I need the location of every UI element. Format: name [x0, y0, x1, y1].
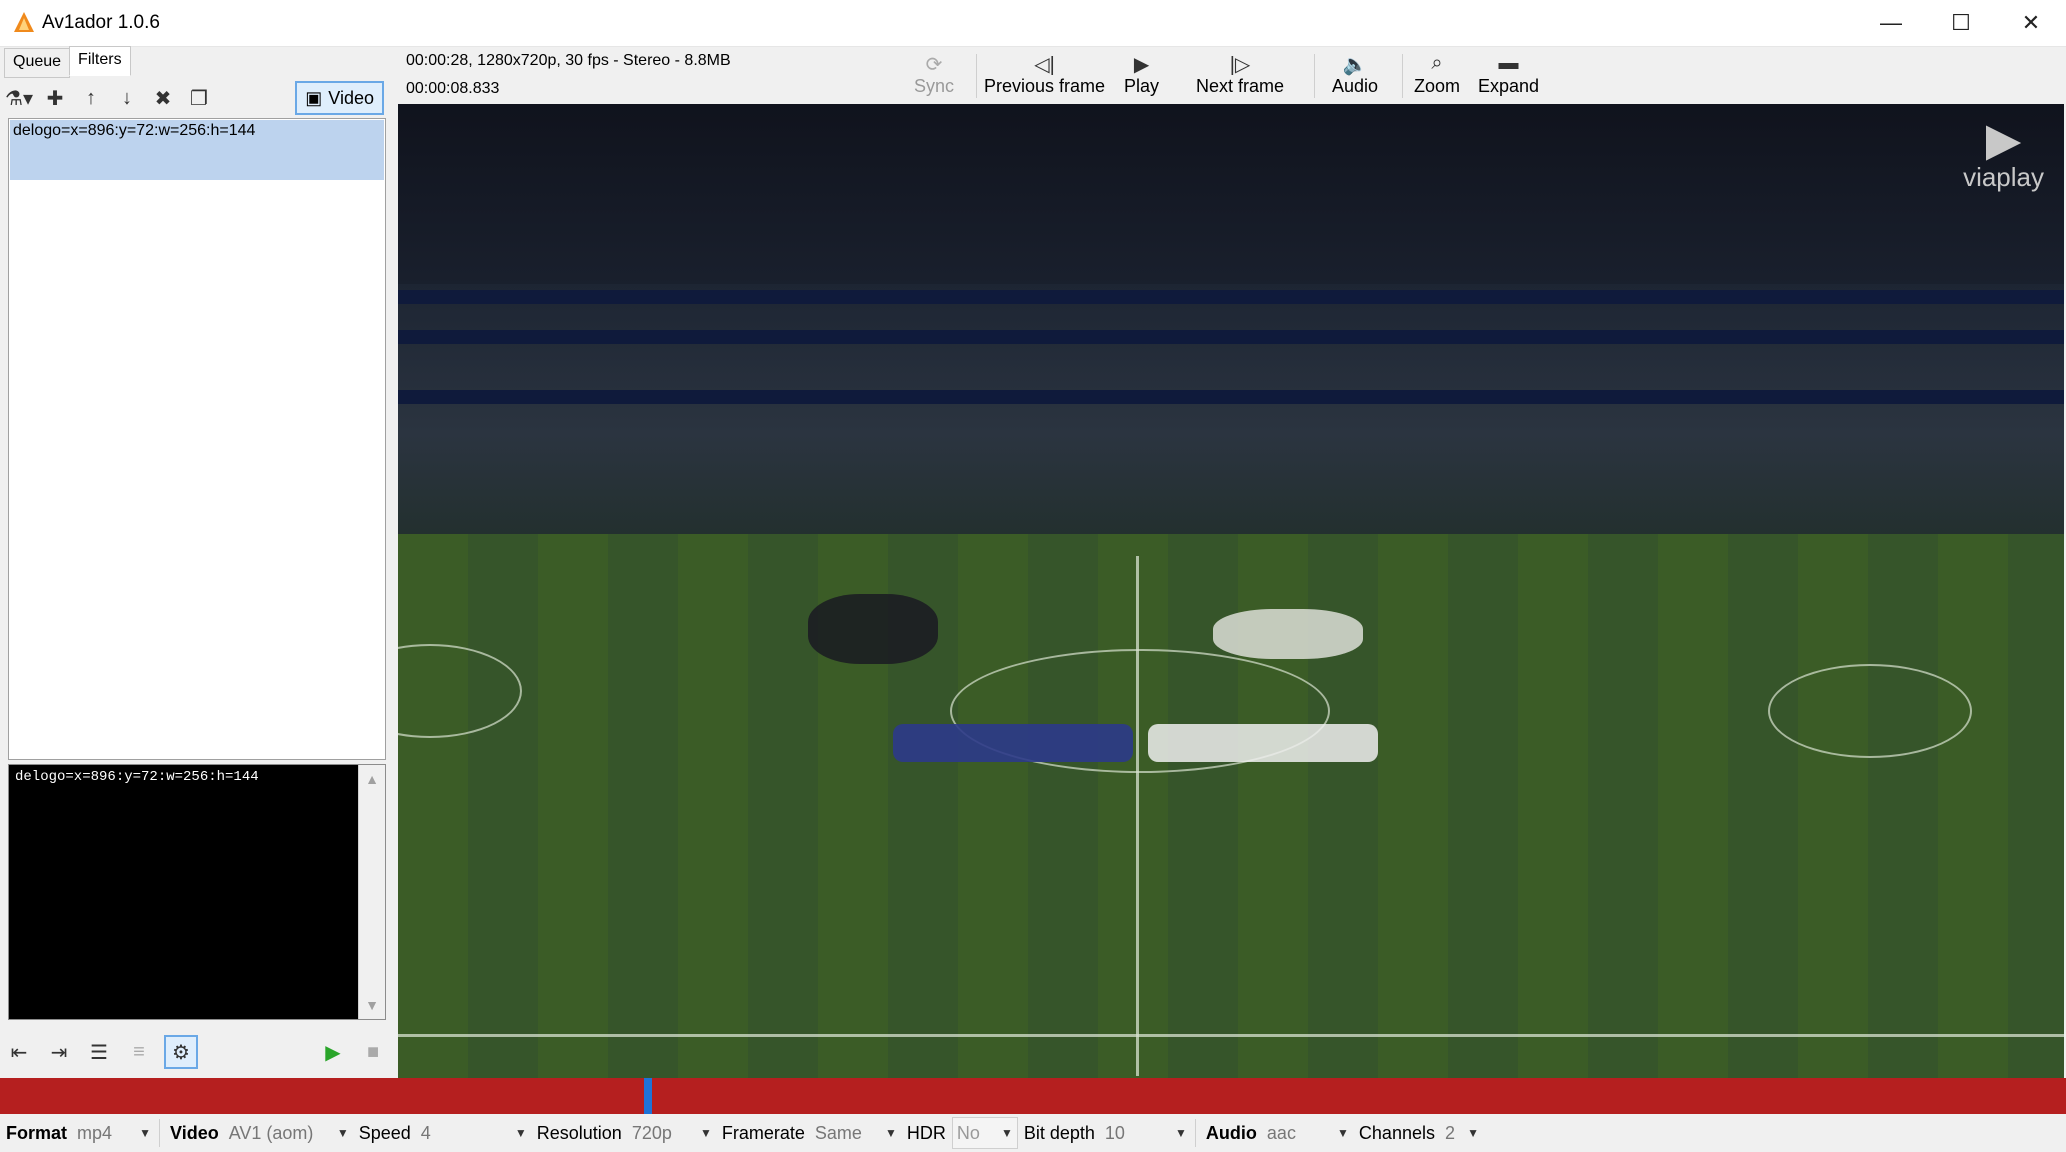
- settings-divider: [1194, 1119, 1196, 1147]
- stand-banner: [398, 390, 2064, 404]
- video-codec-select[interactable]: AV1 (aom) ▼: [225, 1118, 353, 1148]
- filter-help-icon[interactable]: ❐: [184, 83, 214, 113]
- band-group: [808, 594, 938, 664]
- minimize-button[interactable]: —: [1856, 0, 1926, 46]
- framerate-select[interactable]: Same ▼: [811, 1118, 901, 1148]
- chevron-down-icon: ▼: [139, 1126, 152, 1140]
- play-button[interactable]: ▶ Play: [1124, 52, 1159, 97]
- stadium-stands: [398, 284, 2064, 534]
- next-frame-icon: |▷: [1229, 54, 1251, 76]
- toolbar-divider: [976, 54, 977, 98]
- toolbar-divider: [1314, 54, 1315, 98]
- chevron-down-icon: ▼: [1337, 1126, 1349, 1140]
- audio-button[interactable]: 🔈 Audio: [1332, 52, 1378, 97]
- add-filter-icon[interactable]: ✚: [40, 83, 70, 113]
- start-encode-icon[interactable]: ▶: [318, 1037, 348, 1067]
- scroll-up-icon[interactable]: ▲: [359, 771, 385, 787]
- speed-select[interactable]: 4 ▼: [417, 1118, 531, 1148]
- penalty-arc-right: [1768, 664, 1972, 758]
- queue-list-icon[interactable]: ≡: [124, 1037, 154, 1067]
- toolbar-divider: [1402, 54, 1403, 98]
- tab-queue[interactable]: Queue: [4, 48, 71, 78]
- halfway-line: [1136, 556, 1139, 1076]
- list-item[interactable]: delogo=x=896:y=72:w=256:h=144: [10, 120, 384, 180]
- expand-icon: ▬: [1498, 52, 1519, 74]
- team-lineup-left: [893, 724, 1133, 762]
- filter-editor[interactable]: delogo=x=896:y=72:w=256:h=144 ▲ ▼: [8, 764, 386, 1020]
- encode-settings-bar: Format mp4 ▼ Video AV1 (aom) ▼ Speed 4 ▼ Re…: [0, 1114, 2066, 1152]
- filters-toolbar: ⚗▾ ✚ ↑ ↓ ✖ ❐ ▣ Video: [4, 80, 388, 116]
- remove-filter-icon[interactable]: ✖: [148, 83, 178, 113]
- trim-toolbar: ⇤ ⇥ ☰ ≡ ⚙ ▶ ■: [4, 1030, 388, 1074]
- media-info: 00:00:28, 1280x720p, 30 fps - Stereo - 8…: [406, 52, 731, 69]
- editor-scrollbar[interactable]: ▲ ▼: [358, 765, 385, 1019]
- settings-divider: [159, 1119, 161, 1147]
- choir-group: [1213, 609, 1363, 659]
- speed-label: Speed: [358, 1122, 411, 1143]
- timeline-track[interactable]: [0, 1078, 2066, 1114]
- chevron-down-icon: ▼: [699, 1126, 712, 1140]
- hdr-select[interactable]: No ▼: [951, 1117, 1018, 1149]
- app-icon: [14, 12, 34, 32]
- next-frame-button[interactable]: |▷ Next frame: [1196, 52, 1284, 97]
- video-toggle-label: Video: [328, 87, 374, 108]
- channels-label: Channels: [1358, 1122, 1435, 1143]
- zoom-button[interactable]: ⌕ Zoom: [1414, 52, 1460, 97]
- sync-icon: ⟳: [925, 54, 943, 76]
- video-preview[interactable]: ▶ viaplay: [398, 104, 2064, 1078]
- play-icon: ▶: [1133, 54, 1150, 76]
- add-to-queue-icon[interactable]: ☰: [84, 1037, 114, 1067]
- viaplay-watermark: ▶ viaplay: [1963, 113, 2044, 192]
- format-select[interactable]: mp4 ▼: [73, 1118, 155, 1148]
- timeline-playhead[interactable]: [644, 1078, 652, 1114]
- bit-depth-label: Bit depth: [1023, 1122, 1095, 1143]
- audio-codec-select[interactable]: aac ▼: [1263, 1118, 1353, 1148]
- move-down-icon[interactable]: ↓: [112, 83, 142, 113]
- video-codec-label: Video: [170, 1122, 219, 1143]
- left-tabs: Queue Filters: [4, 46, 131, 78]
- zoom-icon: ⌕: [1431, 52, 1443, 74]
- speaker-icon: 🔈: [1342, 54, 1368, 76]
- set-start-icon[interactable]: ⇤: [4, 1037, 34, 1067]
- chevron-down-icon: ▼: [336, 1126, 349, 1140]
- title-bar: Av1ador 1.0.6 — ☐ ✕: [0, 0, 2066, 47]
- close-button[interactable]: ✕: [1996, 0, 2066, 46]
- expand-button[interactable]: ▬ Expand: [1478, 52, 1539, 97]
- filter-list[interactable]: delogo=x=896:y=72:w=256:h=144: [8, 118, 386, 760]
- format-label: Format: [6, 1122, 68, 1143]
- chevron-down-icon: ▼: [514, 1126, 527, 1140]
- stand-banner: [398, 330, 2064, 344]
- current-time: 00:00:08.833: [406, 80, 500, 97]
- settings-gear-icon[interactable]: ⚙: [164, 1035, 198, 1069]
- scroll-down-icon[interactable]: ▼: [359, 997, 385, 1013]
- touch-line: [398, 1034, 2064, 1037]
- team-lineup-right: [1148, 724, 1378, 762]
- bit-depth-select[interactable]: 10 ▼: [1101, 1118, 1191, 1148]
- stand-banner: [398, 290, 2064, 304]
- chevron-down-icon: ▼: [1175, 1126, 1187, 1140]
- hdr-label: HDR: [906, 1122, 946, 1143]
- move-up-icon[interactable]: ↑: [76, 83, 106, 113]
- framerate-label: Framerate: [721, 1122, 805, 1143]
- audio-codec-label: Audio: [1205, 1122, 1257, 1143]
- maximize-button[interactable]: ☐: [1926, 0, 1996, 46]
- channels-select[interactable]: 2 ▼: [1441, 1118, 1483, 1148]
- add-filter-dropdown-icon[interactable]: ⚗▾: [4, 83, 34, 113]
- resolution-label: Resolution: [536, 1122, 622, 1143]
- stop-encode-icon[interactable]: ■: [358, 1037, 388, 1067]
- image-icon: ▣: [305, 87, 323, 108]
- chevron-down-icon: ▼: [1000, 1126, 1013, 1140]
- previous-frame-button[interactable]: ◁| Previous frame: [984, 52, 1105, 97]
- chevron-down-icon: ▼: [1467, 1126, 1479, 1140]
- window-title: Av1ador 1.0.6: [42, 12, 160, 33]
- previous-frame-icon: ◁|: [1034, 54, 1055, 76]
- viaplay-logo-icon: ▶: [1985, 113, 2022, 165]
- chevron-down-icon: ▼: [884, 1126, 897, 1140]
- resolution-select[interactable]: 720p ▼: [628, 1118, 716, 1148]
- sync-button[interactable]: ⟳ Sync: [914, 52, 954, 97]
- set-end-icon[interactable]: ⇥: [44, 1037, 74, 1067]
- tab-filters[interactable]: Filters: [69, 46, 131, 76]
- filter-editor-text[interactable]: delogo=x=896:y=72:w=256:h=144: [9, 765, 385, 789]
- video-toggle-button[interactable]: ▣ Video: [295, 81, 384, 115]
